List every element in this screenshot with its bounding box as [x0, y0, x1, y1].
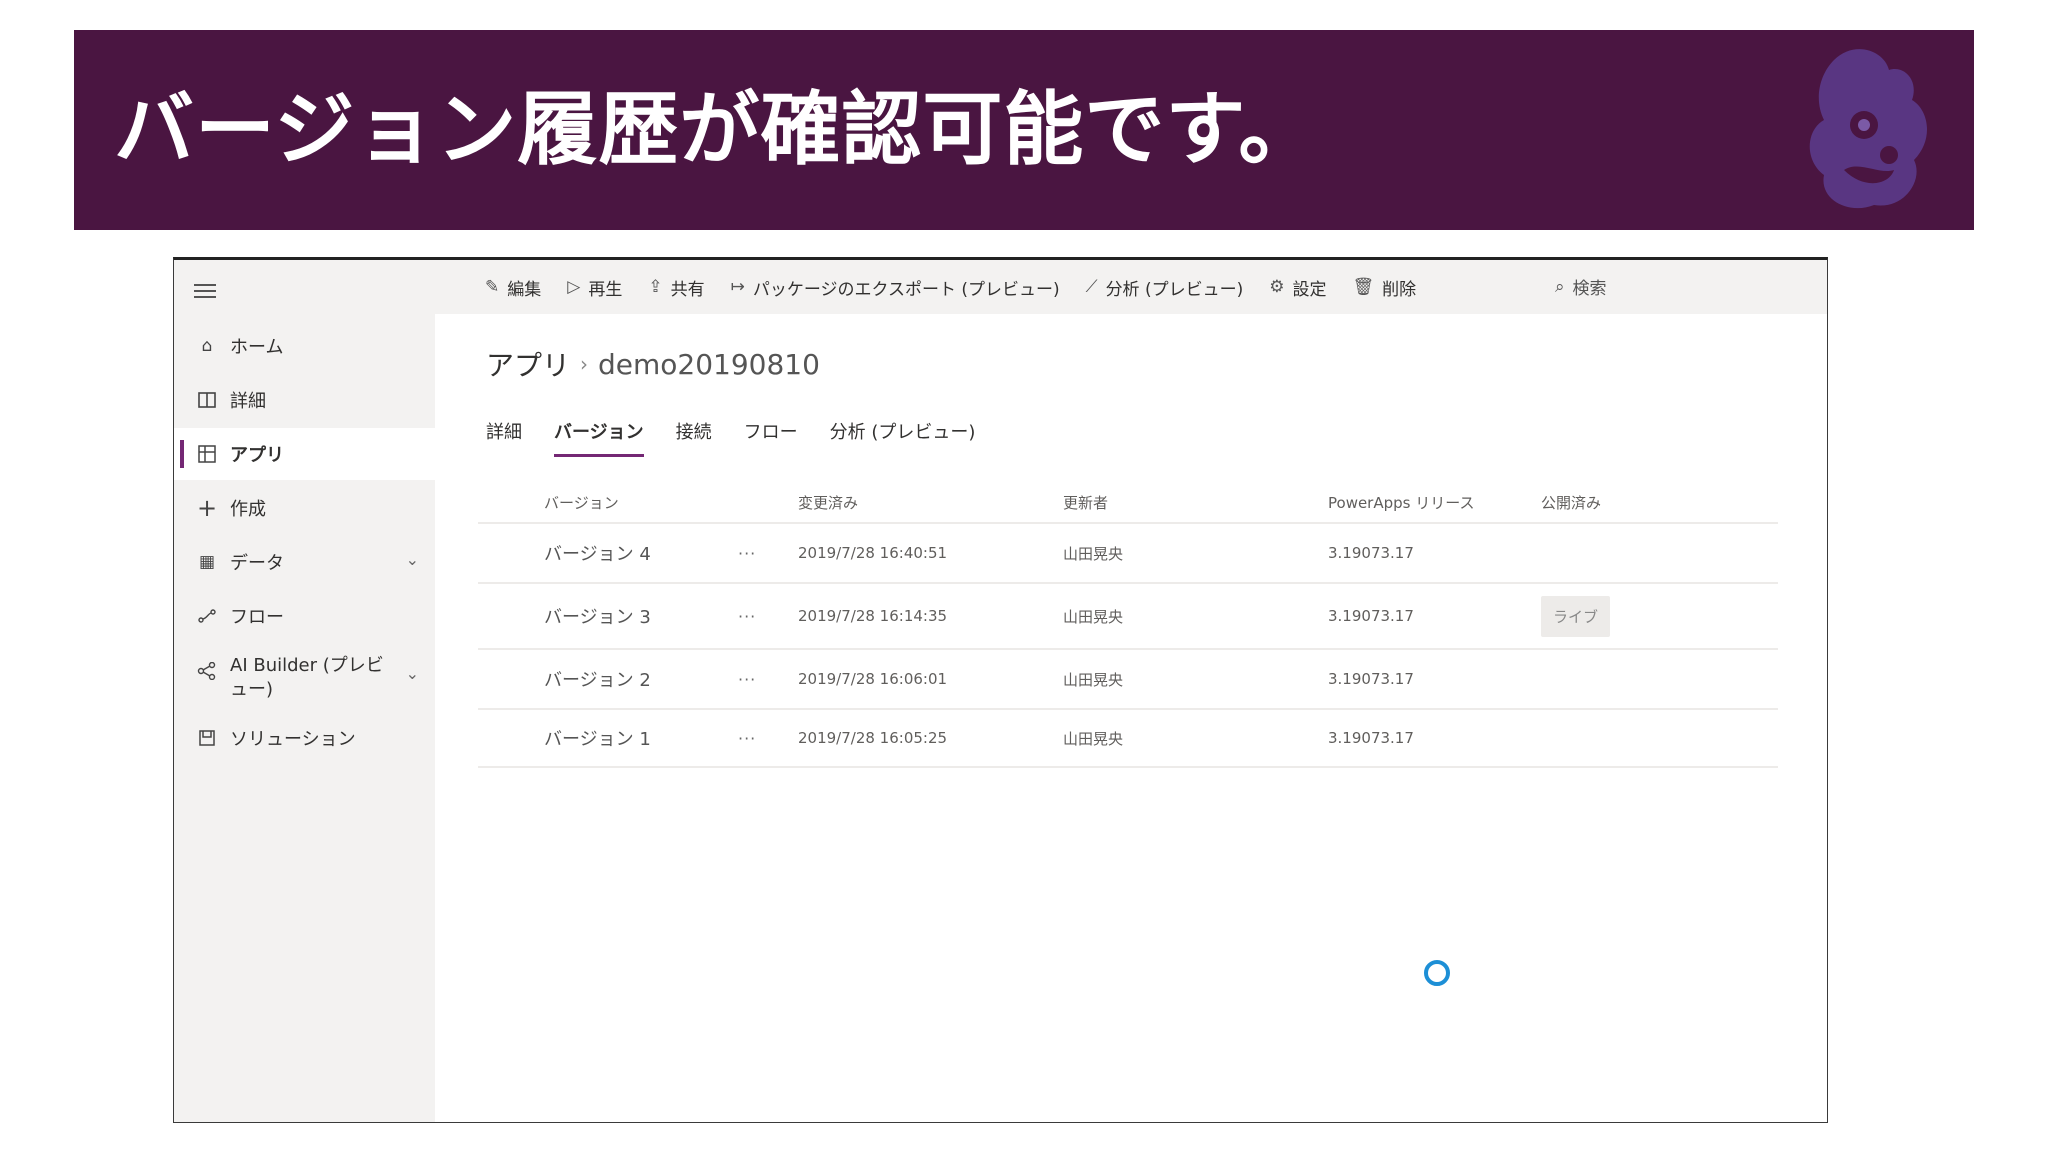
tab-versions[interactable]: バージョン: [554, 418, 644, 457]
sidebar-item-data[interactable]: ▦ データ ⌄: [174, 536, 435, 588]
chevron-right-icon: ›: [580, 352, 589, 376]
sidebar-item-label: ホーム: [230, 337, 284, 358]
sidebar-item-apps[interactable]: アプリ: [174, 428, 435, 480]
modified-by: 山田晃央: [1063, 607, 1124, 626]
sidebar-item-create[interactable]: + 作成: [174, 482, 435, 534]
breadcrumb: アプリ › demo20190810: [486, 344, 820, 384]
sidebar-item-label: アプリ: [230, 445, 284, 466]
sidebar-item-label: フロー: [230, 607, 284, 628]
modified-date: 2019/7/28 16:05:25: [798, 729, 948, 747]
release-version: 3.19073.17: [1328, 544, 1414, 562]
breadcrumb-current: demo20190810: [598, 347, 820, 381]
column-header-published[interactable]: 公開済み: [1541, 492, 1661, 513]
modified-date: 2019/7/28 16:06:01: [798, 670, 948, 688]
edit-button[interactable]: ✎ 編集: [485, 275, 541, 300]
modified-date: 2019/7/28 16:40:51: [798, 544, 948, 562]
left-navigation: ⌂ ホーム 詳細 アプリ + 作成 ▦ データ ⌄ フロー AI Builder…: [174, 260, 435, 1122]
trash-icon: 🗑: [1352, 277, 1375, 297]
sidebar-item-label: データ: [230, 553, 284, 574]
release-version: 3.19073.17: [1328, 729, 1414, 747]
sidebar-item-label: 作成: [230, 499, 266, 520]
dragon-logo: [1809, 49, 1927, 209]
version-name: バージョン 2: [544, 670, 651, 691]
live-badge[interactable]: ライブ: [1541, 595, 1611, 637]
version-name: バージョン 3: [544, 607, 651, 628]
solution-icon: [196, 727, 218, 749]
share-icon: ⇪: [648, 277, 663, 297]
sidebar-item-label: AI Builder (プレビュー): [230, 655, 384, 700]
apps-icon: [196, 443, 218, 465]
column-header-modified-by[interactable]: 更新者: [1063, 492, 1328, 513]
export-package-button[interactable]: ↦ パッケージのエクスポート (プレビュー): [731, 275, 1060, 300]
release-version: 3.19073.17: [1328, 607, 1414, 625]
play-label: 再生: [588, 279, 623, 300]
export-label: パッケージのエクスポート (プレビュー): [752, 279, 1060, 300]
book-icon: [196, 389, 218, 411]
search-button[interactable]: ⌕ 検索: [1555, 274, 1607, 300]
slide-banner: バージョン履歴が確認可能です。: [74, 30, 1974, 230]
column-header-version[interactable]: バージョン: [544, 492, 804, 513]
detail-tabs: 詳細 バージョン 接続 フロー 分析 (プレビュー): [486, 418, 1007, 457]
loading-spinner-icon: [1424, 960, 1450, 986]
powerapps-window: ⌂ ホーム 詳細 アプリ + 作成 ▦ データ ⌄ フロー AI Builder…: [173, 257, 1828, 1123]
export-icon: ↦: [730, 277, 745, 297]
gear-icon: ⚙: [1269, 277, 1285, 297]
column-header-release[interactable]: PowerApps リリース: [1328, 492, 1541, 513]
modified-by: 山田晃央: [1063, 729, 1124, 748]
ai-builder-icon: [196, 660, 218, 682]
modified-by: 山田晃央: [1063, 544, 1124, 563]
chart-icon: ⟋: [1085, 277, 1098, 297]
command-bar: ✎ 編集 ▷ 再生 ⇪ 共有 ↦ パッケージのエクスポート (プレビュー) ⟋ …: [435, 260, 1827, 314]
play-button[interactable]: ▷ 再生: [567, 275, 622, 300]
table-row[interactable]: バージョン 4 ··· 2019/7/28 16:40:51 山田晃央 3.19…: [478, 524, 1778, 584]
slide-title: バージョン履歴が確認可能です。: [114, 83, 1320, 176]
sidebar-item-solutions[interactable]: ソリューション: [174, 712, 435, 764]
modified-date: 2019/7/28 16:14:35: [798, 607, 948, 625]
delete-label: 削除: [1382, 279, 1417, 300]
modified-by: 山田晃央: [1063, 670, 1124, 689]
share-label: 共有: [670, 279, 705, 300]
version-name: バージョン 1: [544, 729, 651, 750]
edit-label: 編集: [507, 279, 542, 300]
sidebar-item-flows[interactable]: フロー: [174, 590, 435, 642]
home-icon: ⌂: [201, 336, 213, 356]
tab-details[interactable]: 詳細: [486, 418, 522, 457]
versions-table: バージョン 変更済み 更新者 PowerApps リリース 公開済み バージョン…: [478, 482, 1778, 768]
sidebar-item-label: 詳細: [230, 391, 266, 412]
table-row[interactable]: バージョン 3 ··· 2019/7/28 16:14:35 山田晃央 3.19…: [478, 584, 1778, 650]
analytics-button[interactable]: ⟋ 分析 (プレビュー): [1086, 275, 1244, 300]
table-row[interactable]: バージョン 1 ··· 2019/7/28 16:05:25 山田晃央 3.19…: [478, 710, 1778, 768]
plus-icon: +: [196, 494, 218, 522]
sidebar-item-home[interactable]: ⌂ ホーム: [174, 320, 435, 372]
tab-flows[interactable]: フロー: [744, 418, 798, 457]
chevron-down-icon[interactable]: ⌄: [406, 664, 419, 683]
search-icon: ⌕: [1555, 276, 1565, 297]
pencil-icon: ✎: [485, 277, 500, 297]
chevron-down-icon[interactable]: ⌄: [406, 550, 419, 569]
delete-button[interactable]: 🗑 削除: [1352, 275, 1416, 300]
release-version: 3.19073.17: [1328, 670, 1414, 688]
analytics-label: 分析 (プレビュー): [1105, 279, 1244, 300]
breadcrumb-apps-link[interactable]: アプリ: [486, 344, 570, 384]
settings-button[interactable]: ⚙ 設定: [1269, 275, 1326, 300]
settings-label: 設定: [1292, 279, 1327, 300]
table-row[interactable]: バージョン 2 ··· 2019/7/28 16:06:01 山田晃央 3.19…: [478, 650, 1778, 710]
tab-analytics[interactable]: 分析 (プレビュー): [830, 418, 976, 457]
play-icon: ▷: [567, 277, 581, 297]
version-name: バージョン 4: [544, 544, 651, 565]
sidebar-item-learn[interactable]: 詳細: [174, 374, 435, 426]
tab-connections[interactable]: 接続: [676, 418, 712, 457]
search-label: 検索: [1572, 279, 1607, 299]
sidebar-item-ai-builder[interactable]: AI Builder (プレビュー) ⌄: [174, 644, 435, 708]
column-header-modified[interactable]: 変更済み: [798, 492, 1063, 513]
sidebar-item-label: ソリューション: [230, 729, 356, 750]
hamburger-menu-icon[interactable]: [194, 284, 216, 300]
flow-icon: [196, 605, 218, 627]
share-button[interactable]: ⇪ 共有: [648, 275, 704, 300]
table-icon: ▦: [198, 552, 216, 572]
table-header: バージョン 変更済み 更新者 PowerApps リリース 公開済み: [478, 482, 1778, 524]
